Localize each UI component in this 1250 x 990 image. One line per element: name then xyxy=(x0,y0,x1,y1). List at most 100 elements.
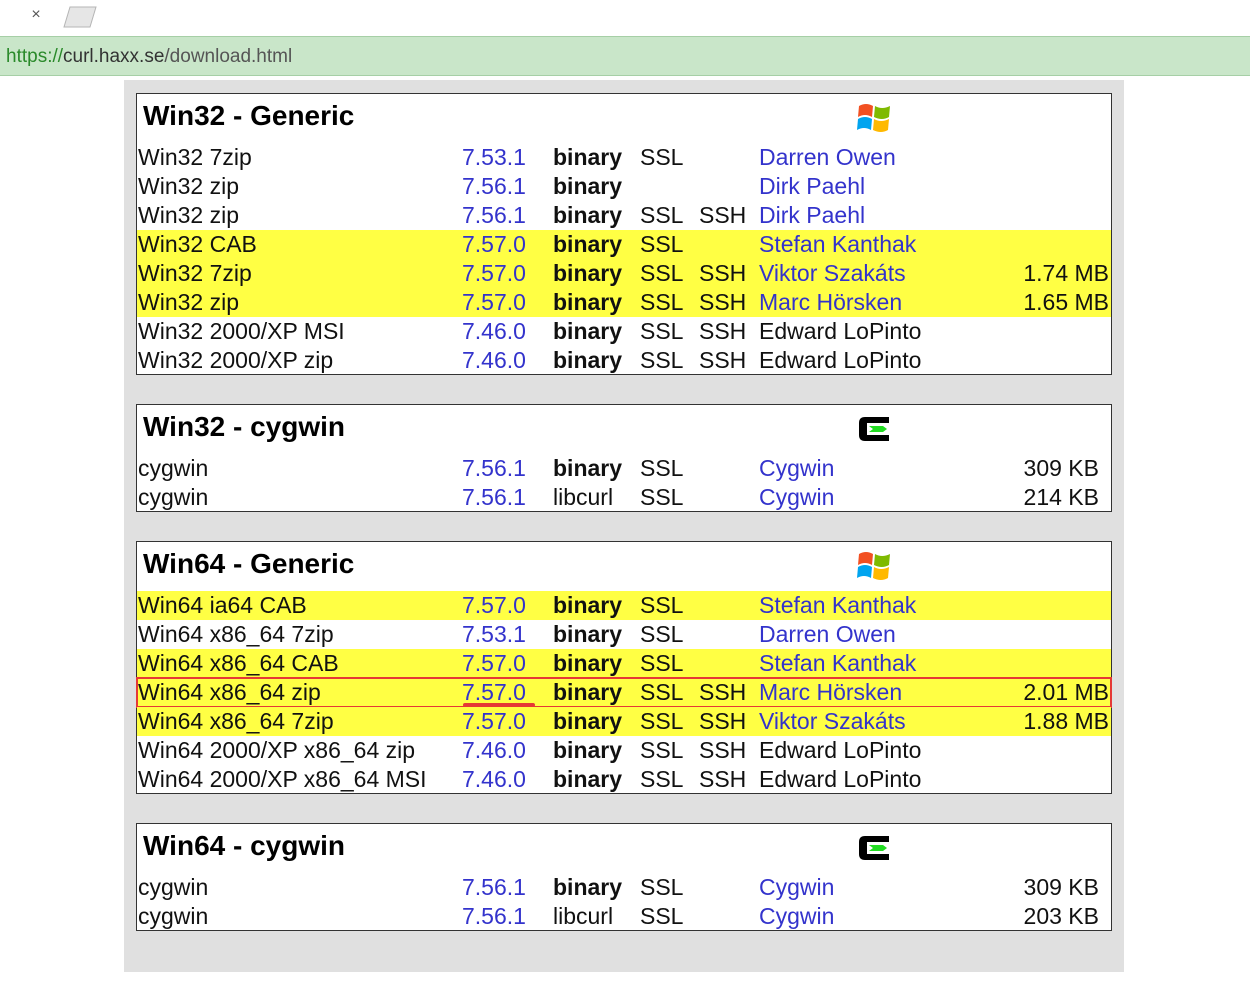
ssl-flag: SSL xyxy=(640,737,684,763)
version-link[interactable]: 7.56.1 xyxy=(462,173,526,199)
file-size: 309 KB xyxy=(1023,455,1099,481)
package-type: binary xyxy=(553,289,623,315)
section-win32-generic: Win32 - Generic Win32 7zip 7.53.1 binary… xyxy=(136,93,1112,375)
table-row-highlighted: Win64 ia64 CAB 7.57.0 binary SSL Stefan … xyxy=(137,591,1111,620)
package-name: Win64 x86_64 CAB xyxy=(138,650,339,676)
ssh-flag: SSH xyxy=(699,318,747,344)
provider-link[interactable]: Stefan Kanthak xyxy=(759,592,916,618)
package-type: binary xyxy=(553,173,623,199)
provider-link[interactable]: Dirk Paehl xyxy=(759,173,865,199)
package-name: Win64 2000/XP x86_64 zip xyxy=(138,737,416,763)
provider-link[interactable]: Darren Owen xyxy=(759,621,896,647)
provider-link[interactable]: Marc Hörsken xyxy=(759,289,902,315)
package-name: Win32 zip xyxy=(138,289,239,315)
package-name: Win64 ia64 CAB xyxy=(138,592,307,618)
table-row: Win32 2000/XP MSI 7.46.0 binary SSL SSH … xyxy=(137,317,1111,346)
version-link[interactable]: 7.57.0 xyxy=(462,708,526,734)
table-row: cygwin 7.56.1 binary SSL Cygwin 309 KB xyxy=(137,454,1111,483)
windows-logo-icon xyxy=(857,552,890,580)
table-row: Win32 zip 7.56.1 binary SSL SSH Dirk Pae… xyxy=(137,201,1111,230)
table-row-highlighted: Win32 CAB 7.57.0 binary SSL Stefan Kanth… xyxy=(137,230,1111,259)
ssl-flag: SSL xyxy=(640,766,684,792)
provider-link[interactable]: Cygwin xyxy=(759,874,834,900)
version-link[interactable]: 7.57.0 xyxy=(462,260,526,286)
provider-link[interactable]: Dirk Paehl xyxy=(759,202,865,228)
provider-link[interactable]: Marc Hörsken xyxy=(759,679,902,705)
cygwin-logo-icon xyxy=(859,417,889,441)
provider-name: Edward LoPinto xyxy=(759,766,922,792)
provider-link[interactable]: Cygwin xyxy=(759,455,834,481)
ssl-flag: SSL xyxy=(640,650,684,676)
package-name: cygwin xyxy=(138,874,209,900)
version-link[interactable]: 7.56.1 xyxy=(462,903,526,929)
version-link[interactable]: 7.56.1 xyxy=(462,484,526,510)
package-type: binary xyxy=(553,231,623,257)
package-type: binary xyxy=(553,592,623,618)
ssh-flag: SSH xyxy=(699,260,747,286)
package-type: binary xyxy=(553,202,623,228)
ssl-flag: SSL xyxy=(640,679,684,705)
version-link[interactable]: 7.56.1 xyxy=(462,874,526,900)
version-link[interactable]: 7.56.1 xyxy=(462,455,526,481)
ssh-flag: SSH xyxy=(699,708,747,734)
package-name: Win64 x86_64 7zip xyxy=(138,621,334,647)
version-link[interactable]: 7.46.0 xyxy=(462,766,526,792)
package-name: Win64 2000/XP x86_64 MSI xyxy=(138,766,427,792)
version-link[interactable]: 7.57.0 xyxy=(462,679,526,705)
file-size: 2.01 MB xyxy=(1023,679,1109,705)
version-link[interactable]: 7.57.0 xyxy=(462,650,526,676)
provider-link[interactable]: Darren Owen xyxy=(759,144,896,170)
table-row: Win32 7zip 7.53.1 binary SSL Darren Owen xyxy=(137,143,1111,172)
table-row: Win32 zip 7.56.1 binary Dirk Paehl xyxy=(137,172,1111,201)
ssh-flag: SSH xyxy=(699,766,747,792)
provider-link[interactable]: Stefan Kanthak xyxy=(759,650,916,676)
version-link[interactable]: 7.53.1 xyxy=(462,144,526,170)
package-name: Win64 x86_64 7zip xyxy=(138,708,334,734)
provider-link[interactable]: Cygwin xyxy=(759,484,834,510)
package-type: binary xyxy=(553,650,623,676)
ssl-flag: SSL xyxy=(640,621,684,647)
version-link[interactable]: 7.46.0 xyxy=(462,318,526,344)
ssl-flag: SSL xyxy=(640,708,684,734)
version-link[interactable]: 7.56.1 xyxy=(462,202,526,228)
provider-link[interactable]: Viktor Szakáts xyxy=(759,260,906,286)
ssh-flag: SSH xyxy=(699,289,747,315)
package-name: Win32 2000/XP MSI xyxy=(138,318,345,344)
address-bar[interactable]: https://curl.haxx.se/download.html xyxy=(0,36,1250,76)
file-size: 203 KB xyxy=(1023,903,1099,929)
provider-name: Edward LoPinto xyxy=(759,347,922,373)
version-link[interactable]: 7.46.0 xyxy=(462,737,526,763)
section-title: Win32 - Generic xyxy=(143,100,355,131)
version-link[interactable]: 7.57.0 xyxy=(462,592,526,618)
version-link[interactable]: 7.53.1 xyxy=(462,621,526,647)
package-type: libcurl xyxy=(553,903,614,929)
table-row: cygwin 7.56.1 libcurl SSL Cygwin 214 KB xyxy=(137,483,1111,512)
new-tab-button[interactable] xyxy=(62,6,98,28)
file-size: 1.88 MB xyxy=(1023,708,1109,734)
version-link[interactable]: 7.46.0 xyxy=(462,347,526,373)
section-win64-generic: Win64 - Generic Win64 ia64 CAB 7.57.0 bi… xyxy=(136,541,1112,794)
provider-link[interactable]: Stefan Kanthak xyxy=(759,231,916,257)
version-link[interactable]: 7.57.0 xyxy=(462,289,526,315)
table-row-highlighted: Win64 x86_64 CAB 7.57.0 binary SSL Stefa… xyxy=(137,649,1111,678)
url-text[interactable]: https://curl.haxx.se/download.html xyxy=(6,46,292,68)
provider-link[interactable]: Cygwin xyxy=(759,903,834,929)
section-win32-cygwin: Win32 - cygwin cygwin 7.56.1 binary SSL … xyxy=(136,404,1112,512)
ssl-flag: SSL xyxy=(640,318,684,344)
package-type: binary xyxy=(553,144,623,170)
package-name: cygwin xyxy=(138,484,209,510)
browser-tab-bar: × xyxy=(0,0,1250,34)
package-name: Win64 x86_64 zip xyxy=(138,679,321,705)
section-title: Win32 - cygwin xyxy=(143,411,346,442)
ssh-flag: SSH xyxy=(699,679,747,705)
close-tab-icon[interactable]: × xyxy=(27,6,45,24)
provider-link[interactable]: Viktor Szakáts xyxy=(759,708,906,734)
package-name: Win32 7zip xyxy=(138,144,252,170)
windows-logo-icon xyxy=(857,104,890,132)
provider-name: Edward LoPinto xyxy=(759,318,922,344)
table-row: Win64 x86_64 7zip 7.53.1 binary SSL Darr… xyxy=(137,620,1111,649)
version-link[interactable]: 7.57.0 xyxy=(462,231,526,257)
url-path: /download.html xyxy=(164,46,293,67)
table-row-selected: Win64 x86_64 zip 7.57.0 binary SSL SSH M… xyxy=(136,677,1112,708)
table-row: cygwin 7.56.1 binary SSL Cygwin 309 KB xyxy=(137,873,1111,902)
